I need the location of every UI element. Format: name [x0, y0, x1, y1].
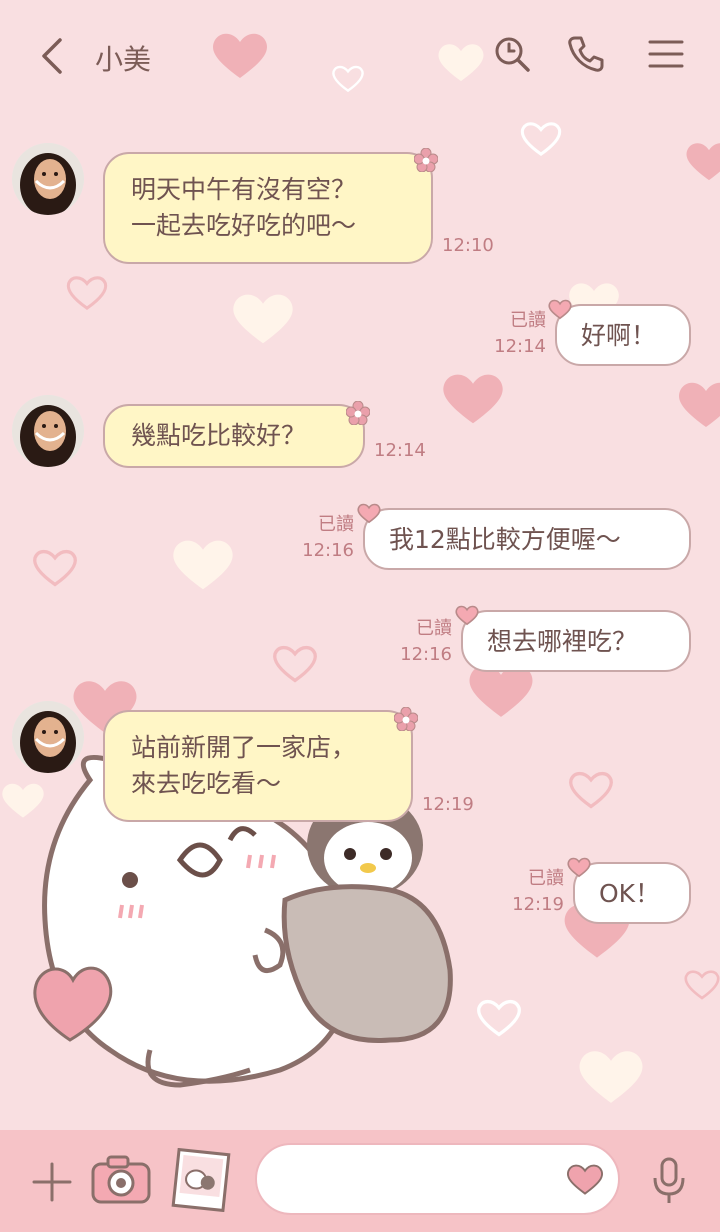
heart-icon [66, 276, 108, 310]
heart-icon [569, 771, 613, 809]
message-bubble-incoming[interactable]: 站前新開了一家店， 來去吃吃看～ [103, 710, 413, 822]
avatar[interactable] [12, 395, 84, 467]
heart-icon [477, 999, 521, 1037]
heart-icon [443, 374, 503, 424]
message-text: 好啊！ [581, 321, 657, 350]
chat-header: 小美 [0, 0, 720, 110]
avatar[interactable] [12, 143, 84, 215]
message-bubble-outgoing[interactable]: 想去哪裡吃？ [461, 610, 691, 672]
read-label: 已讀 [528, 868, 564, 889]
avatar[interactable] [12, 701, 84, 773]
message-text-field[interactable] [281, 1145, 575, 1215]
message-text: 明天中午有沒有空？ 一起去吃好吃的吧～ [131, 175, 357, 240]
heart-icon [233, 294, 293, 344]
read-receipt: 已讀 12:16 [396, 616, 452, 668]
read-receipt: 已讀 12:14 [490, 308, 546, 360]
input-bar [0, 1130, 720, 1232]
heart-icon [679, 382, 720, 427]
message-time: 12:16 [302, 540, 354, 561]
read-label: 已讀 [510, 310, 546, 331]
camera-icon[interactable] [90, 1154, 152, 1206]
menu-icon[interactable] [646, 34, 686, 74]
chat-title: 小美 [95, 43, 152, 76]
heart-icon [455, 605, 479, 626]
penguin-shape [281, 793, 453, 1043]
flower-icon [346, 401, 370, 425]
message-time: 12:14 [374, 440, 426, 461]
message-bubble-outgoing[interactable]: 好啊！ [555, 304, 691, 366]
message-input[interactable] [255, 1143, 620, 1215]
message-time: 12:19 [422, 794, 474, 815]
chat-screen: 小美 明天中午有沒有空？ 一起去吃好吃的吧～ 12:10 已讀 12:14 好啊… [0, 0, 720, 1232]
heart-icon [357, 503, 381, 524]
heart-icon [520, 122, 562, 156]
read-receipt: 已讀 12:16 [298, 512, 354, 564]
read-label: 已讀 [318, 514, 354, 535]
heart-icon [33, 549, 77, 587]
back-icon[interactable] [38, 36, 68, 76]
search-icon[interactable] [492, 34, 532, 74]
read-receipt: 已讀 12:19 [508, 866, 564, 918]
message-bubble-outgoing[interactable]: 我12點比較方便喔～ [363, 508, 691, 570]
message-time: 12:19 [512, 894, 564, 915]
flower-icon [414, 148, 438, 172]
heart-emoji-icon[interactable] [566, 1163, 604, 1195]
read-label: 已讀 [416, 618, 452, 639]
heart-icon [579, 1051, 643, 1103]
message-bubble-incoming[interactable]: 幾點吃比較好？ [103, 404, 365, 468]
heart-icon [273, 645, 317, 683]
sticker-photo-icon[interactable] [170, 1148, 232, 1212]
message-text: 站前新開了一家店， 來去吃吃看～ [131, 733, 357, 798]
message-text: 幾點吃比較好？ [131, 421, 307, 450]
message-text: 想去哪裡吃？ [487, 627, 638, 656]
message-time: 12:10 [442, 235, 494, 256]
plus-icon[interactable] [30, 1160, 74, 1204]
message-text: 我12點比較方便喔～ [389, 525, 621, 554]
message-time: 12:16 [400, 644, 452, 665]
message-text: OK！ [599, 879, 661, 908]
microphone-icon[interactable] [650, 1156, 688, 1206]
flower-icon [394, 707, 418, 731]
heart-icon [567, 857, 591, 878]
message-time: 12:14 [494, 336, 546, 357]
heart-icon [173, 540, 233, 590]
heart-icon [686, 143, 720, 181]
message-bubble-incoming[interactable]: 明天中午有沒有空？ 一起去吃好吃的吧～ [103, 152, 433, 264]
heart-icon [684, 970, 720, 1000]
phone-icon[interactable] [566, 34, 606, 74]
heart-icon [548, 299, 572, 320]
